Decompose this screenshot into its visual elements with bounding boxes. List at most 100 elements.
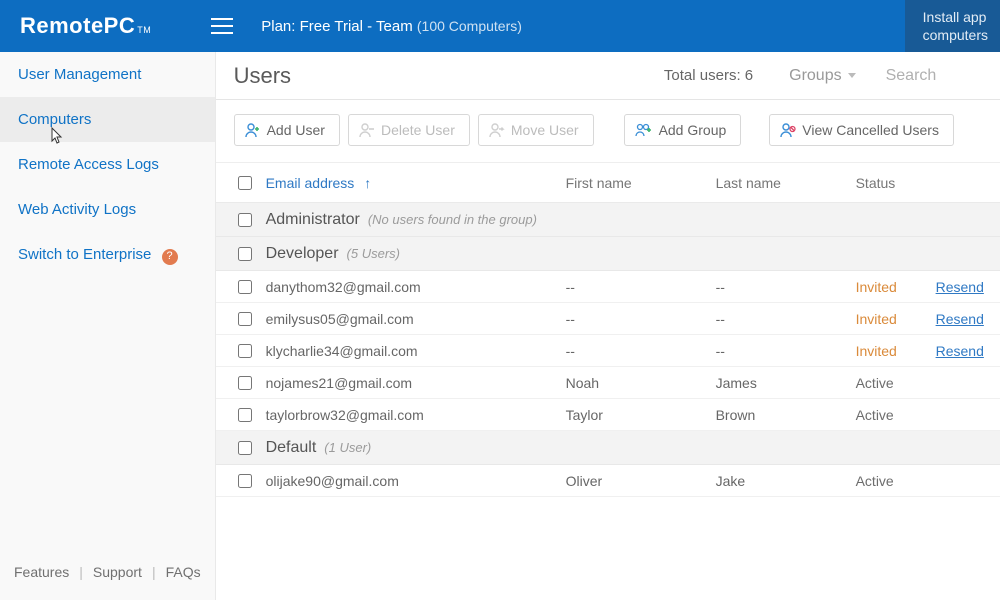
action-bar: Add User Delete User Move User Add Group	[216, 100, 1000, 163]
group-name: Default	[266, 439, 317, 456]
sidebar-item-label: Remote Access Logs	[18, 156, 159, 173]
col-label: Email address	[266, 175, 355, 191]
footer-faqs-link[interactable]: FAQs	[166, 564, 201, 580]
install-line1: Install app	[923, 8, 988, 26]
install-app-button[interactable]: Install app computers	[905, 0, 1000, 52]
plan-name: Free Trial - Team	[300, 18, 413, 35]
footer-support-link[interactable]: Support	[93, 564, 142, 580]
sidebar-item-label: Computers	[18, 111, 91, 128]
help-icon[interactable]: ?	[162, 249, 178, 265]
row-checkbox[interactable]	[238, 280, 252, 294]
logo[interactable]: RemotePC TM	[0, 13, 171, 39]
cell-first-name: --	[566, 311, 716, 327]
total-users: Total users: 6	[664, 67, 753, 84]
col-email[interactable]: Email address ↑	[266, 175, 566, 191]
sort-asc-icon: ↑	[364, 175, 371, 191]
group-row[interactable]: Default (1 User)	[216, 431, 1000, 465]
sidebar-item-user-management[interactable]: User Management	[0, 52, 215, 97]
cell-status: Invited	[856, 343, 936, 359]
total-users-label: Total users:	[664, 67, 745, 84]
add-group-button[interactable]: Add Group	[624, 114, 742, 146]
delete-user-button[interactable]: Delete User	[348, 114, 470, 146]
main: Users Total users: 6 Groups Add User	[216, 52, 1000, 600]
table-row: taylorbrow32@gmail.comTaylorBrownActive	[216, 399, 1000, 431]
group-checkbox[interactable]	[238, 247, 252, 261]
button-label: Delete User	[381, 122, 455, 138]
search-input[interactable]	[886, 53, 1000, 99]
group-row[interactable]: Administrator (No users found in the grou…	[216, 203, 1000, 237]
cell-first-name: Noah	[566, 375, 716, 391]
cancelled-user-icon	[780, 122, 796, 138]
footer-features-link[interactable]: Features	[14, 564, 69, 580]
search-box	[886, 53, 1000, 99]
move-user-button[interactable]: Move User	[478, 114, 594, 146]
group-row[interactable]: Developer (5 Users)	[216, 237, 1000, 271]
cell-status: Active	[856, 375, 936, 391]
group-name: Administrator	[266, 211, 360, 228]
cell-first-name: --	[566, 279, 716, 295]
row-checkbox[interactable]	[238, 376, 252, 390]
group-count: (5 Users)	[347, 246, 400, 261]
groups-filter-label: Groups	[789, 67, 841, 85]
col-status[interactable]: Status	[856, 175, 936, 191]
select-all-checkbox[interactable]	[238, 176, 252, 190]
table-row: emilysus05@gmail.com----InvitedResend	[216, 303, 1000, 335]
cell-email: danythom32@gmail.com	[266, 279, 566, 295]
cell-email: emilysus05@gmail.com	[266, 311, 566, 327]
cell-email: klycharlie34@gmail.com	[266, 343, 566, 359]
col-first-name[interactable]: First name	[566, 175, 716, 191]
sidebar-footer: Features | Support | FAQs	[0, 552, 215, 600]
button-label: Add User	[267, 122, 325, 138]
sidebar: User Management Computers Remote Access …	[0, 52, 216, 600]
sidebar-item-label: Switch to Enterprise	[18, 246, 151, 263]
cell-status: Active	[856, 407, 936, 423]
row-checkbox[interactable]	[238, 312, 252, 326]
resend-link[interactable]: Resend	[936, 343, 984, 359]
delete-user-icon	[359, 122, 375, 138]
table-row: nojames21@gmail.comNoahJamesActive	[216, 367, 1000, 399]
page-title: Users	[234, 63, 291, 89]
cell-last-name: --	[716, 343, 856, 359]
group-name: Developer	[266, 245, 339, 262]
row-checkbox[interactable]	[238, 408, 252, 422]
view-cancelled-users-button[interactable]: View Cancelled Users	[769, 114, 954, 146]
row-checkbox[interactable]	[238, 474, 252, 488]
cell-status: Invited	[856, 279, 936, 295]
table-row: danythom32@gmail.com----InvitedResend	[216, 271, 1000, 303]
cell-status: Invited	[856, 311, 936, 327]
plan-info: Plan: Free Trial - Team (100 Computers)	[261, 18, 522, 35]
button-label: Add Group	[659, 122, 727, 138]
topbar: RemotePC TM Plan: Free Trial - Team (100…	[0, 0, 1000, 52]
row-checkbox[interactable]	[238, 344, 252, 358]
group-checkbox[interactable]	[238, 213, 252, 227]
sidebar-item-web-activity-logs[interactable]: Web Activity Logs	[0, 187, 215, 232]
total-users-value: 6	[745, 67, 753, 84]
sidebar-item-computers[interactable]: Computers	[0, 97, 215, 142]
cell-last-name: Brown	[716, 407, 856, 423]
cell-last-name: --	[716, 279, 856, 295]
add-user-button[interactable]: Add User	[234, 114, 340, 146]
plan-prefix: Plan:	[261, 18, 299, 35]
cell-status: Active	[856, 473, 936, 489]
group-count: (No users found in the group)	[368, 212, 537, 227]
cell-last-name: Jake	[716, 473, 856, 489]
groups-filter[interactable]: Groups	[773, 67, 871, 85]
sidebar-item-remote-access-logs[interactable]: Remote Access Logs	[0, 142, 215, 187]
col-last-name[interactable]: Last name	[716, 175, 856, 191]
sidebar-item-switch-enterprise[interactable]: Switch to Enterprise ?	[0, 232, 215, 279]
table-row: klycharlie34@gmail.com----InvitedResend	[216, 335, 1000, 367]
add-group-icon	[635, 122, 653, 138]
cell-first-name: Taylor	[566, 407, 716, 423]
footer-sep: |	[152, 564, 156, 580]
table-header: Email address ↑ First name Last name Sta…	[216, 163, 1000, 203]
group-count: (1 User)	[324, 440, 371, 455]
add-user-icon	[245, 122, 261, 138]
resend-link[interactable]: Resend	[936, 311, 984, 327]
cell-first-name: --	[566, 343, 716, 359]
menu-icon[interactable]	[211, 18, 233, 34]
cell-email: olijake90@gmail.com	[266, 473, 566, 489]
cell-last-name: --	[716, 311, 856, 327]
button-label: View Cancelled Users	[802, 122, 939, 138]
resend-link[interactable]: Resend	[936, 279, 984, 295]
group-checkbox[interactable]	[238, 441, 252, 455]
